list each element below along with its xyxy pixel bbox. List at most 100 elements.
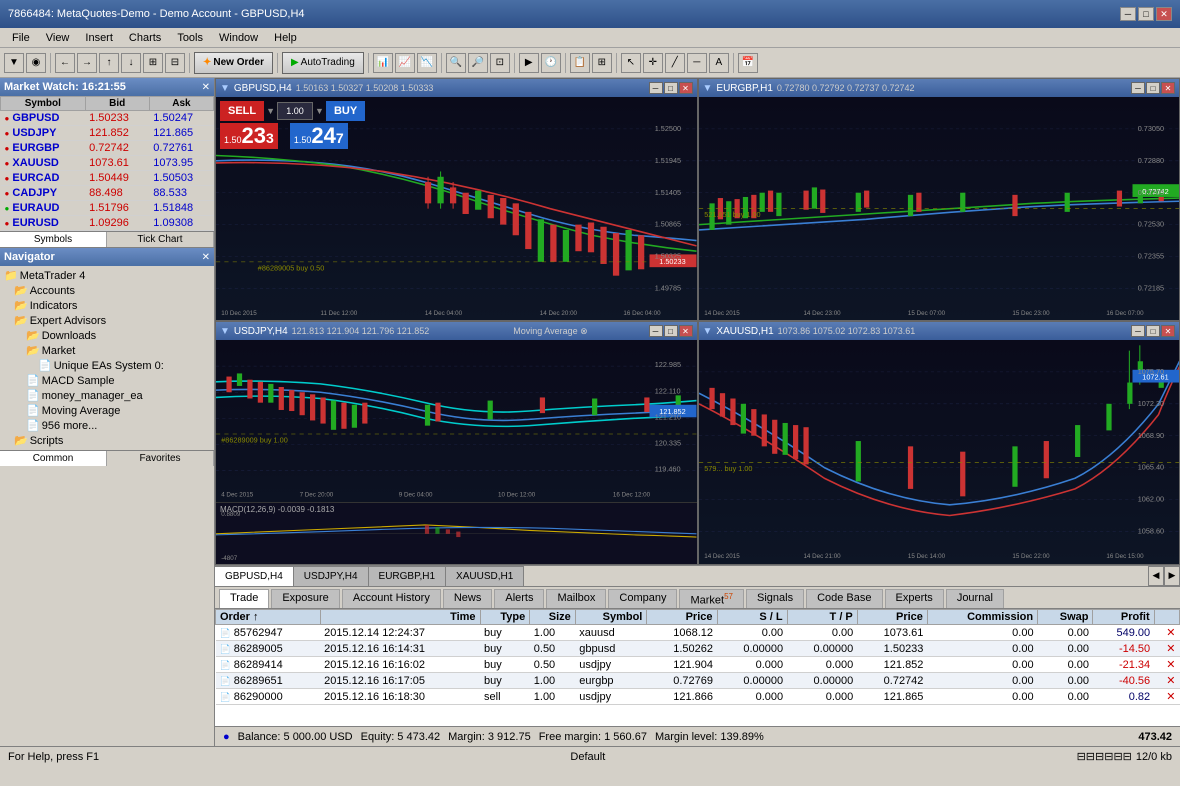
terminal-tab-experts[interactable]: Experts: [885, 589, 944, 609]
table-row[interactable]: 📄 86290000 2015.12.16 16:18:30 sell 1.00…: [216, 689, 1180, 705]
chart-usdjpy-max[interactable]: □: [664, 325, 678, 337]
chart-gbpusd-body[interactable]: SELL ▼ 1.00 ▼ BUY 1.50 23 3: [216, 97, 697, 320]
nav-item-3[interactable]: 📂 Expert Advisors: [2, 313, 212, 328]
toolbar-chart-bar[interactable]: 📊: [373, 53, 393, 73]
toolbar-btn-2[interactable]: ◉: [26, 53, 46, 73]
nav-tab-favorites[interactable]: Favorites: [107, 451, 214, 466]
market-watch-row[interactable]: ● EURCAD 1.50449 1.50503: [1, 171, 214, 186]
nav-item-5[interactable]: 📂 Market: [2, 343, 212, 358]
chart-gbpusd-close[interactable]: ✕: [679, 82, 693, 94]
menu-file[interactable]: File: [4, 30, 38, 46]
terminal-tab-news[interactable]: News: [443, 589, 493, 609]
toolbar-chart-candle[interactable]: 📉: [417, 53, 437, 73]
menu-view[interactable]: View: [38, 30, 78, 46]
toolbar-btn-6[interactable]: ↓: [121, 53, 141, 73]
table-row[interactable]: 📄 85762947 2015.12.14 12:24:37 buy 1.00 …: [216, 625, 1180, 641]
maximize-button[interactable]: □: [1138, 7, 1154, 21]
terminal-tab-alerts[interactable]: Alerts: [494, 589, 544, 609]
chart-xauusd-max[interactable]: □: [1146, 325, 1160, 337]
toolbar-btn-5[interactable]: ↑: [99, 53, 119, 73]
nav-item-7[interactable]: 📄 MACD Sample: [2, 373, 212, 388]
chart-gbpusd-max[interactable]: □: [664, 82, 678, 94]
orders-area[interactable]: Order ↑ Time Type Size Symbol Price S / …: [215, 609, 1180, 726]
minimize-button[interactable]: ─: [1120, 7, 1136, 21]
nav-tab-common[interactable]: Common: [0, 451, 107, 466]
tab-tick-chart[interactable]: Tick Chart: [107, 232, 214, 247]
market-watch-row[interactable]: ● GBPUSD 1.50233 1.50247: [1, 111, 214, 126]
tab-eurgbp-h1[interactable]: EURGBP,H1: [368, 566, 447, 586]
tab-gbpusd-h4[interactable]: GBPUSD,H4: [214, 566, 294, 586]
terminal-tab-trade[interactable]: Trade: [219, 589, 269, 609]
chart-tab-scroll-right[interactable]: ▶: [1164, 566, 1180, 586]
toolbar-hline[interactable]: ─: [687, 53, 707, 73]
toolbar-btn-1[interactable]: ▼: [4, 53, 24, 73]
toolbar-clock[interactable]: 🕐: [541, 53, 561, 73]
terminal-tab-market[interactable]: Market57: [679, 589, 744, 609]
chart-usdjpy-close[interactable]: ✕: [679, 325, 693, 337]
sell-button[interactable]: SELL: [220, 101, 264, 121]
chart-xauusd-body[interactable]: 579... buy 1.00 1072.61 1075.70 1072.30 …: [699, 340, 1180, 563]
tab-usdjpy-h4[interactable]: USDJPY,H4: [293, 566, 369, 586]
terminal-tab-journal[interactable]: Journal: [946, 589, 1004, 609]
market-watch-close[interactable]: ✕: [202, 82, 210, 93]
chart-eurgbp-min[interactable]: ─: [1131, 82, 1145, 94]
chart-eurgbp-body[interactable]: 521.651 buy 1.00 0.72742 0.73050 0.72880…: [699, 97, 1180, 320]
chart-xauusd-min[interactable]: ─: [1131, 325, 1145, 337]
terminal-tab-codebase[interactable]: Code Base: [806, 589, 882, 609]
toolbar-play[interactable]: ▶: [519, 53, 539, 73]
menu-help[interactable]: Help: [266, 30, 305, 46]
toolbar-text[interactable]: A: [709, 53, 729, 73]
chart-usdjpy-body[interactable]: #86289009 buy 1.00 121.852 122.985 122.1…: [216, 340, 697, 563]
auto-trading-button[interactable]: ▶ AutoTrading: [282, 52, 364, 74]
nav-item-10[interactable]: 📄 956 more...: [2, 418, 212, 433]
toolbar-zoom-out[interactable]: 🔎: [468, 53, 488, 73]
market-watch-row[interactable]: ● USDJPY 121.852 121.865: [1, 126, 214, 141]
nav-item-2[interactable]: 📂 Indicators: [2, 298, 212, 313]
terminal-tab-company[interactable]: Company: [608, 589, 677, 609]
tab-symbols[interactable]: Symbols: [0, 232, 107, 247]
toolbar-templates[interactable]: ⊞: [592, 53, 612, 73]
chart-xauusd-close[interactable]: ✕: [1161, 325, 1175, 337]
nav-item-4[interactable]: 📂 Downloads: [2, 328, 212, 343]
terminal-tab-signals[interactable]: Signals: [746, 589, 804, 609]
market-watch-row[interactable]: ● EURGBP 0.72742 0.72761: [1, 141, 214, 156]
toolbar-fit[interactable]: ⊡: [490, 53, 510, 73]
nav-item-11[interactable]: 📂 Scripts: [2, 433, 212, 448]
toolbar-btn-7[interactable]: ⊞: [143, 53, 163, 73]
nav-item-6[interactable]: 📄 Unique EAs System 0:: [2, 358, 212, 373]
new-order-button[interactable]: ✦ New Order: [194, 52, 273, 74]
terminal-tab-exposure[interactable]: Exposure: [271, 589, 339, 609]
toolbar-crosshair[interactable]: ✛: [643, 53, 663, 73]
close-button[interactable]: ✕: [1156, 7, 1172, 21]
nav-item-1[interactable]: 📂 Accounts: [2, 283, 212, 298]
menu-tools[interactable]: Tools: [169, 30, 211, 46]
market-watch-row[interactable]: ● CADJPY 88.498 88.533: [1, 186, 214, 201]
chart-gbpusd-min[interactable]: ─: [649, 82, 663, 94]
nav-item-9[interactable]: 📄 Moving Average: [2, 403, 212, 418]
buy-button[interactable]: BUY: [326, 101, 365, 121]
menu-insert[interactable]: Insert: [77, 30, 121, 46]
toolbar-periods[interactable]: 📅: [738, 53, 758, 73]
table-row[interactable]: 📄 86289651 2015.12.16 16:17:05 buy 1.00 …: [216, 673, 1180, 689]
toolbar-chart-line[interactable]: 📈: [395, 53, 415, 73]
chart-usdjpy-min[interactable]: ─: [649, 325, 663, 337]
chart-tab-scroll-left[interactable]: ◀: [1148, 566, 1164, 586]
toolbar-btn-4[interactable]: →: [77, 53, 97, 73]
toolbar-indicators[interactable]: 📋: [570, 53, 590, 73]
table-row[interactable]: 📄 86289414 2015.12.16 16:16:02 buy 0.50 …: [216, 657, 1180, 673]
toolbar-zoom-in[interactable]: 🔍: [446, 53, 466, 73]
toolbar-line[interactable]: ╱: [665, 53, 685, 73]
chart-eurgbp-max[interactable]: □: [1146, 82, 1160, 94]
tab-xauusd-h1[interactable]: XAUUSD,H1: [445, 566, 524, 586]
market-watch-row[interactable]: ● XAUUSD 1073.61 1073.95: [1, 156, 214, 171]
terminal-tab-account-history[interactable]: Account History: [342, 589, 441, 609]
nav-item-0[interactable]: 📁 MetaTrader 4: [2, 268, 212, 283]
toolbar-btn-3[interactable]: ←: [55, 53, 75, 73]
menu-charts[interactable]: Charts: [121, 30, 169, 46]
market-watch-row[interactable]: ● EURAUD 1.51796 1.51848: [1, 201, 214, 216]
nav-item-8[interactable]: 📄 money_manager_ea: [2, 388, 212, 403]
terminal-tab-mailbox[interactable]: Mailbox: [546, 589, 606, 609]
toolbar-btn-8[interactable]: ⊟: [165, 53, 185, 73]
chart-eurgbp-close[interactable]: ✕: [1161, 82, 1175, 94]
menu-window[interactable]: Window: [211, 30, 266, 46]
